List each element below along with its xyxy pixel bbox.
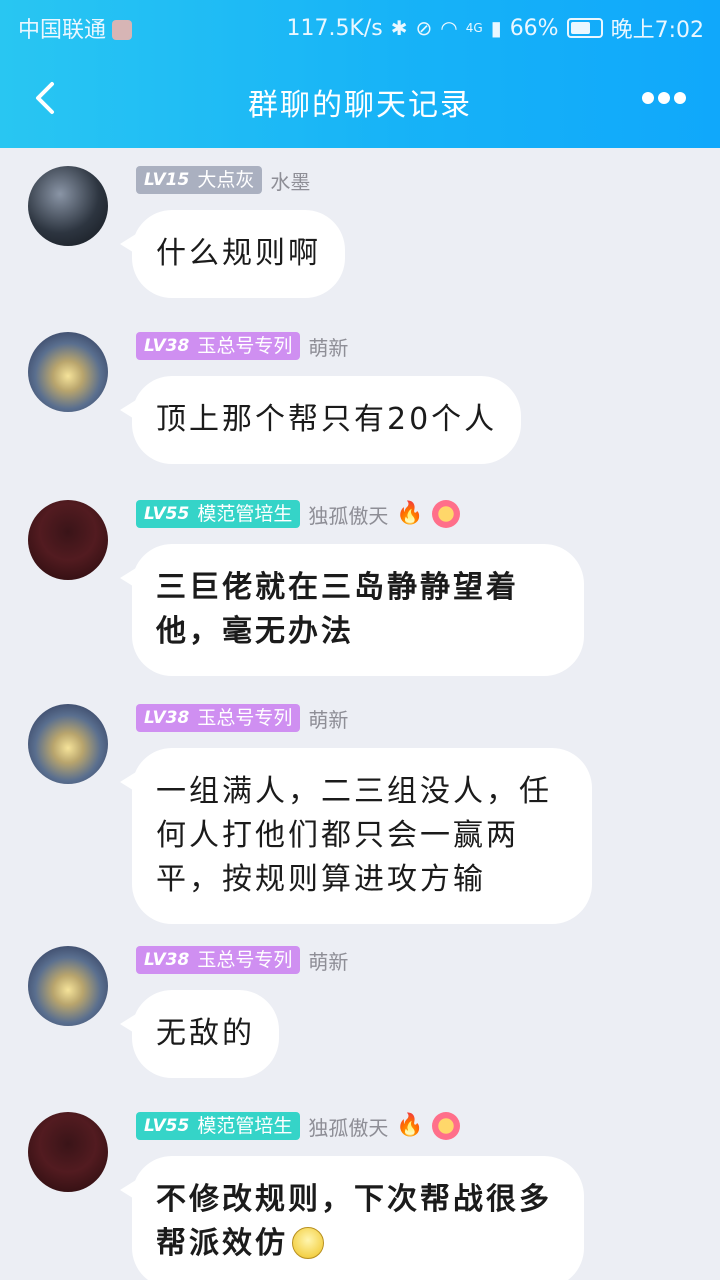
sender-nickname: 萌新	[308, 949, 349, 974]
battery-icon	[566, 18, 603, 38]
page-title: 群聊的聊天记录	[248, 88, 472, 123]
sender-meta: LV55 模范管培生 独孤傲天 🔥	[136, 500, 460, 528]
message-bubble[interactable]: 不修改规则，下次帮战很多帮派效仿	[120, 1156, 584, 1280]
flower-badge-icon	[431, 500, 460, 528]
level-badge: LV55 模范管培生	[136, 1112, 301, 1140]
more-button[interactable]	[642, 88, 686, 108]
avatar[interactable]	[28, 500, 108, 580]
sender-meta: LV38 玉总号专列 萌新	[136, 704, 348, 732]
level-badge: LV38 玉总号专列	[136, 332, 301, 360]
level-badge: LV15 大点灰	[136, 166, 263, 194]
status-bar: 中国联通 117.5K/s ✱ ⊘ ◠ 4G ▮ 66% 晚上7:02	[0, 0, 720, 50]
clock: 晚上7:02	[610, 18, 704, 43]
smile-emoji-icon	[292, 1227, 324, 1259]
battery-percent: 66%	[509, 15, 559, 41]
avatar[interactable]	[28, 946, 108, 1026]
sender-nickname: 萌新	[308, 335, 349, 360]
sender-meta: LV38 玉总号专列 萌新	[136, 946, 348, 974]
fire-icon: 🔥	[396, 1113, 424, 1138]
avatar[interactable]	[28, 704, 108, 784]
mute-icon: ⊘	[415, 16, 433, 40]
network-speed: 117.5K/s	[286, 15, 383, 41]
header-bar: 中国联通 117.5K/s ✱ ⊘ ◠ 4G ▮ 66% 晚上7:02 群聊的聊…	[0, 0, 720, 148]
level-badge: LV38 玉总号专列	[136, 946, 301, 974]
sender-meta: LV55 模范管培生 独孤傲天 🔥	[136, 1112, 460, 1140]
message-bubble[interactable]: 一组满人，二三组没人，任何人打他们都只会一赢两平，按规则算进攻方输	[120, 748, 592, 924]
fire-icon: 🔥	[396, 501, 424, 526]
message-bubble[interactable]: 什么规则啊	[120, 210, 345, 298]
sender-nickname: 独孤傲天	[308, 503, 389, 528]
network-type: 4G	[465, 21, 483, 35]
bluetooth-icon: ✱	[390, 16, 408, 40]
sender-meta: LV38 玉总号专列 萌新	[136, 332, 348, 360]
sender-nickname: 萌新	[308, 707, 349, 732]
carrier-label: 中国联通	[18, 12, 133, 44]
flower-badge-icon	[431, 1112, 460, 1140]
message-bubble[interactable]: 无敌的	[120, 990, 279, 1078]
message-bubble[interactable]: 顶上那个帮只有20个人	[119, 376, 522, 464]
sender-nickname: 独孤傲天	[308, 1115, 389, 1140]
signal-icon: ▮	[490, 16, 502, 40]
chat-history-list[interactable]: LV15 大点灰 水墨 什么规则啊 LV38 玉总号专列 萌新 顶上那个帮只有2…	[0, 148, 720, 1280]
avatar[interactable]	[28, 166, 108, 246]
message-bubble[interactable]: 三巨佬就在三岛静静望着他，毫无办法	[120, 544, 584, 676]
level-badge: LV38 玉总号专列	[136, 704, 301, 732]
status-indicators: 117.5K/s ✱ ⊘ ◠ 4G ▮ 66% 晚上7:02	[286, 12, 704, 44]
sender-nickname: 水墨	[270, 169, 311, 194]
level-badge: LV55 模范管培生	[136, 500, 301, 528]
more-dots-icon	[642, 92, 686, 104]
carrier-badge-icon	[112, 20, 133, 40]
avatar[interactable]	[28, 332, 108, 412]
wifi-icon: ◠	[440, 16, 458, 40]
sender-meta: LV15 大点灰 水墨	[136, 166, 310, 194]
avatar[interactable]	[28, 1112, 108, 1192]
nav-bar: 群聊的聊天记录	[0, 50, 720, 148]
